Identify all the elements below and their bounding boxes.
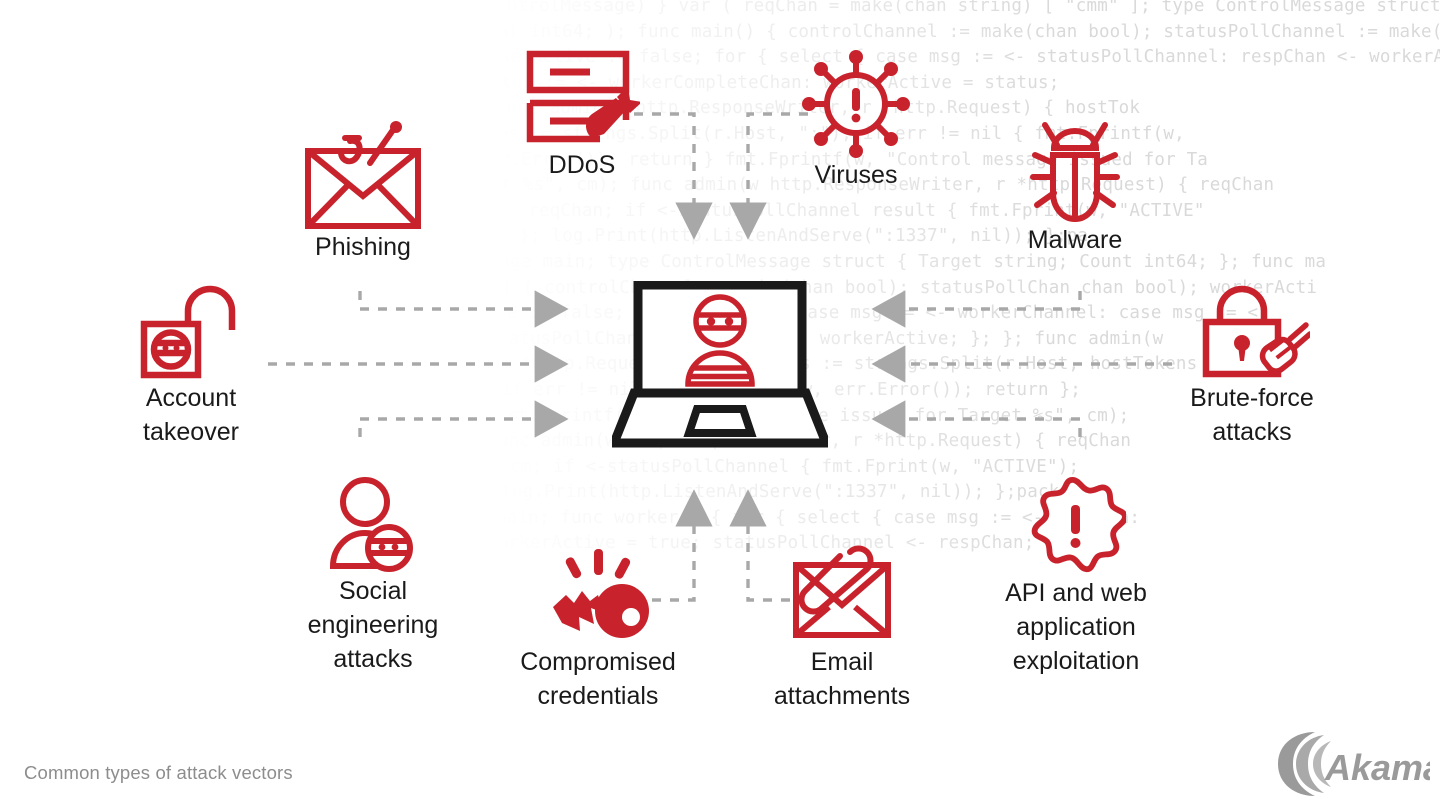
envelope-with-fishing-hook-icon	[305, 121, 421, 229]
node-account-takeover[interactable]: Account takeover	[111, 285, 271, 449]
node-label: DDoS	[548, 151, 616, 179]
node-viruses[interactable]: Viruses	[776, 50, 936, 192]
target-laptop	[612, 281, 828, 453]
node-social-engineering[interactable]: Social engineering attacks	[283, 476, 463, 676]
node-brute-force[interactable]: Brute-force attacks	[1170, 285, 1334, 449]
open-padlock-with-masked-face-icon	[140, 285, 236, 379]
akamai-swoosh-icon	[1278, 732, 1331, 796]
node-label: Email attachments	[773, 648, 911, 710]
code-line: ontrolMessage) } var ( reqChan = make(ch…	[496, 0, 1440, 16]
burst-badge-with-exclamation-icon	[1031, 476, 1126, 573]
node-email-attachments[interactable]: Email attachments	[758, 545, 926, 713]
node-label: Phishing	[315, 233, 411, 261]
node-malware[interactable]: Malware	[995, 115, 1155, 257]
virus-with-exclamation-icon	[802, 50, 910, 158]
broken-key-icon	[553, 549, 649, 638]
node-label: Malware	[1027, 226, 1123, 254]
node-label: API and web application exploitation	[1005, 579, 1147, 675]
code-line: <- cm; if <-statusPollChannel { fmt.Fpri…	[496, 456, 1090, 477]
node-label: Brute-force attacks	[1190, 384, 1314, 446]
node-label: Viruses	[814, 161, 898, 189]
node-label: Social engineering attacks	[307, 577, 439, 673]
envelope-with-paperclip-icon	[793, 545, 891, 638]
node-label: Compromised credentials	[520, 648, 676, 710]
code-line: ); }; log.Print(http.ListenAndServe(":13…	[496, 226, 1089, 247]
person-with-masked-face-icon	[329, 477, 413, 572]
code-line: main; func worker() { for { select { cas…	[496, 507, 1151, 528]
servers-with-bomb-icon	[526, 50, 640, 143]
node-phishing[interactable]: Phishing	[283, 118, 443, 264]
bug-icon	[1030, 122, 1120, 222]
code-line: <- reqChan; if <-statusPollChannel resul…	[496, 200, 1205, 221]
code-line: unt int64; ); func main() { controlChann…	[496, 21, 1440, 42]
padlock-with-fist-icon	[1202, 285, 1310, 378]
node-api-web-exploitation[interactable]: API and web application exploitation	[975, 476, 1177, 678]
node-label: Account takeover	[143, 384, 239, 446]
code-line: }; log.Print(http.ListenAndServe(":1337"…	[496, 482, 1103, 503]
laptop-with-hacker-icon	[612, 281, 828, 448]
akamai-logo: Akamai	[1270, 731, 1440, 797]
code-line: ckage main; type ControlMessage struct {…	[496, 251, 1327, 272]
caption: Common types of attack vectors	[24, 762, 293, 783]
diagram-canvas: ontrolMessage) } var ( reqChan = make(ch…	[0, 0, 1440, 810]
akamai-wordmark: Akamai	[1324, 747, 1430, 788]
node-ddos[interactable]: DDoS	[502, 48, 662, 182]
node-compromised-credentials[interactable]: Compromised credentials	[498, 545, 698, 713]
